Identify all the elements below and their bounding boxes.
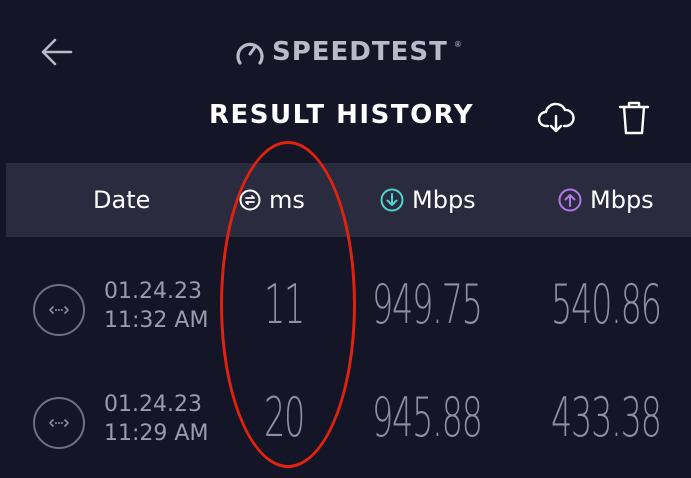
result-upload: 540.86 <box>551 273 662 336</box>
result-date: 01.24.23 <box>104 279 202 304</box>
back-arrow-icon <box>41 38 73 66</box>
column-ping[interactable]: ms <box>239 163 305 237</box>
trash-icon <box>618 101 650 135</box>
column-upload[interactable]: Mbps <box>558 163 654 237</box>
top-bar: SPEEDTEST ® <box>0 0 691 100</box>
result-download: 949.75 <box>372 273 483 336</box>
result-time: 11:29 AM <box>104 421 209 446</box>
brand-logo: SPEEDTEST ® <box>234 32 462 72</box>
column-upload-label: Mbps <box>590 186 654 214</box>
download-icon <box>380 188 404 212</box>
page-title: RESULT HISTORY <box>209 100 475 130</box>
upload-icon <box>558 188 582 212</box>
result-time: 11:32 AM <box>104 308 209 333</box>
table-header: Date ms Mbps Mbps <box>6 163 691 237</box>
download-history-button[interactable] <box>534 96 578 140</box>
result-datetime: 01.24.23 11:32 AM <box>104 277 208 335</box>
result-datetime: 01.24.23 11:29 AM <box>104 390 208 448</box>
column-ping-label: ms <box>269 186 305 214</box>
delete-history-button[interactable] <box>612 96 656 140</box>
connection-icon <box>33 284 85 336</box>
result-ping: 11 <box>264 273 305 336</box>
result-date: 01.24.23 <box>104 392 202 417</box>
result-ping: 20 <box>264 386 305 449</box>
brand-trademark: ® <box>453 40 462 49</box>
result-row[interactable]: 01.24.23 11:32 AM 11 949.75 540.86 <box>0 251 691 365</box>
result-upload: 433.38 <box>551 386 662 449</box>
back-button[interactable] <box>36 32 76 72</box>
gauge-icon <box>236 42 264 65</box>
connection-icon <box>33 397 85 449</box>
result-row[interactable]: 01.24.23 11:29 AM 20 945.88 433.38 <box>0 364 691 478</box>
cloud-download-icon <box>537 102 575 133</box>
column-download[interactable]: Mbps <box>380 163 476 237</box>
column-date[interactable]: Date <box>93 163 150 237</box>
brand-name: SPEEDTEST <box>272 37 448 67</box>
column-download-label: Mbps <box>412 186 476 214</box>
result-download: 945.88 <box>372 386 483 449</box>
column-date-label: Date <box>93 186 151 214</box>
ping-icon <box>239 189 261 211</box>
